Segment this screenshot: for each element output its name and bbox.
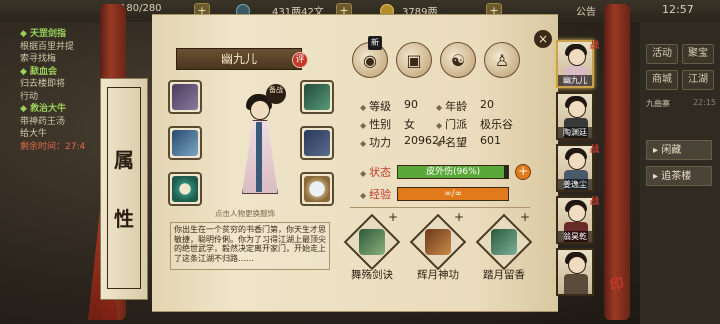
armor-icon xyxy=(304,130,330,156)
exp-bar: ∞/∞ xyxy=(397,187,510,201)
party-member-2-name: 陶渊廷 xyxy=(558,127,592,138)
deployed-badge-1: 战 xyxy=(590,41,600,51)
stat-reputation-value: 601 xyxy=(480,134,501,147)
status-row: 状态 皮外伤(96%) + xyxy=(360,164,532,180)
equip-slot-accessory[interactable] xyxy=(300,172,334,206)
party-member-5[interactable] xyxy=(556,248,594,296)
close-button[interactable]: × xyxy=(534,30,552,48)
announcement-label: 公告 xyxy=(576,7,596,18)
exp-row: 经验 ∞/∞ xyxy=(360,186,510,202)
jade-ring-icon xyxy=(172,176,198,202)
channel-time: 22:15 xyxy=(692,98,716,107)
stat-sect: 门派极乐谷 xyxy=(436,116,513,132)
party-member-3[interactable]: 姜逸尘 xyxy=(556,144,594,192)
stat-age-label: 年龄 xyxy=(436,98,474,114)
section-title-char-1: 属 xyxy=(114,148,134,172)
party-member-2[interactable]: 陶渊廷 xyxy=(556,92,594,140)
stat-gender-label: 性别 xyxy=(360,116,398,132)
equip-slot-hat[interactable] xyxy=(300,80,334,114)
skill-2-name: 辉月神功 xyxy=(417,269,459,281)
shop-button[interactable]: 商城 xyxy=(646,70,678,90)
clock: 12:57 xyxy=(662,3,694,16)
skill-2-icon xyxy=(425,229,451,255)
exp-label: 经验 xyxy=(360,186,391,202)
stat-level-value: 90 xyxy=(404,98,418,111)
party-member-4[interactable]: 翁昊乾 xyxy=(556,196,594,244)
status-bar-text: 皮外伤(96%) xyxy=(426,167,481,177)
character-name: 幽九儿 xyxy=(220,52,257,66)
skill-2-upgrade-plus[interactable]: + xyxy=(454,210,464,224)
section-title-char-2: 性 xyxy=(114,207,134,231)
red-seal-stamp: 印 xyxy=(608,275,626,295)
party-member-1-name: 幽九儿 xyxy=(558,75,592,86)
book-icon[interactable]: ▣ xyxy=(396,42,432,78)
channel-text: 九曲寨 xyxy=(646,99,670,108)
clock-text: 12:57 xyxy=(662,3,694,16)
equip-slot-ring[interactable] xyxy=(168,172,202,206)
new-tag-icon: 新 xyxy=(368,36,382,50)
side-task-1[interactable]: ▸ 闲藏 xyxy=(646,140,712,160)
channel-line: 九曲寨 22:15 xyxy=(646,98,716,109)
stat-age-value: 20 xyxy=(480,98,494,111)
side-task-2[interactable]: ▸ 追茶楼 xyxy=(646,166,712,186)
stat-sect-label: 门派 xyxy=(436,116,474,132)
figure-icon[interactable]: ♙ xyxy=(484,42,520,78)
character-bio: 你出生在一个贫穷的书香门第，你天生才思敏捷，聪明伶俐。你为了习得江湖上最顶尖的绝… xyxy=(170,222,330,270)
skill-3-upgrade-plus[interactable]: + xyxy=(520,210,530,224)
change-outfit-hint[interactable]: 点击人物更换服饰 xyxy=(190,208,300,219)
stat-reputation: 名望 601 xyxy=(436,134,501,150)
skill-1-upgrade-plus[interactable]: + xyxy=(388,210,398,224)
equip-slot-armor[interactable] xyxy=(300,126,334,160)
taiji-icon[interactable]: ☯ xyxy=(440,42,476,78)
sword-icon xyxy=(172,130,198,156)
stat-reputation-label: 名望 xyxy=(436,134,474,150)
combat-ready-badge: 备战 xyxy=(266,84,286,104)
party-member-4-name: 翁昊乾 xyxy=(558,231,592,242)
stat-level-label: 等级 xyxy=(360,98,398,114)
deployed-badge-3: 战 xyxy=(590,145,600,155)
hat-icon xyxy=(304,84,330,110)
stat-age: 年龄 20 xyxy=(436,98,494,114)
equip-slot-hidden-weapon[interactable] xyxy=(168,80,202,114)
skill-1-icon xyxy=(359,229,385,255)
mirror-icon xyxy=(304,176,330,202)
status-label: 状态 xyxy=(360,164,391,180)
exp-bar-text: ∞/∞ xyxy=(444,189,463,199)
party-member-3-name: 姜逸尘 xyxy=(558,179,592,190)
party-member-1[interactable]: 幽九儿 xyxy=(556,40,594,88)
treasure-button[interactable]: 聚宝 xyxy=(682,44,714,64)
stat-sect-value: 极乐谷 xyxy=(480,118,513,131)
skill-3-icon xyxy=(491,229,517,255)
status-bar: 皮外伤(96%) xyxy=(397,165,510,179)
section-title-paper: 属 性 xyxy=(100,78,148,300)
character-face xyxy=(250,100,270,120)
stat-gender-value: 女 xyxy=(404,118,415,131)
equip-slot-weapon[interactable] xyxy=(168,126,202,160)
stat-power-label: 功力 xyxy=(360,134,398,150)
stat-power: 功力209624 xyxy=(360,134,446,150)
claw-icon xyxy=(172,84,198,110)
section-title: 属 性 xyxy=(107,87,141,289)
character-figure[interactable] xyxy=(228,92,292,204)
market-button[interactable]: 江湖 xyxy=(682,70,714,90)
skill-1-name: 舞殇剑诀 xyxy=(351,269,393,281)
skill-3-name: 踏月留香 xyxy=(483,269,525,281)
side-task-1-label: ▸ 闲藏 xyxy=(653,145,682,156)
activity-button[interactable]: 活动 xyxy=(646,44,678,64)
deployed-badge-4: 战 xyxy=(590,197,600,207)
character-name-banner: 幽九儿 xyxy=(176,48,302,70)
announcement-button[interactable]: 公告 xyxy=(576,3,596,18)
stat-level: 等级 90 xyxy=(360,98,418,114)
rating-badge[interactable]: 评 xyxy=(292,52,308,68)
right-side-panel: 活动 聚宝 商城 江湖 九曲寨 22:15 ▸ 闲藏 ▸ 追茶楼 商 布置 xyxy=(616,22,720,324)
section-divider xyxy=(350,207,530,208)
stat-gender: 性别女 xyxy=(360,116,415,132)
heal-button[interactable]: + xyxy=(515,164,532,180)
side-task-2-label: ▸ 追茶楼 xyxy=(653,171,692,182)
